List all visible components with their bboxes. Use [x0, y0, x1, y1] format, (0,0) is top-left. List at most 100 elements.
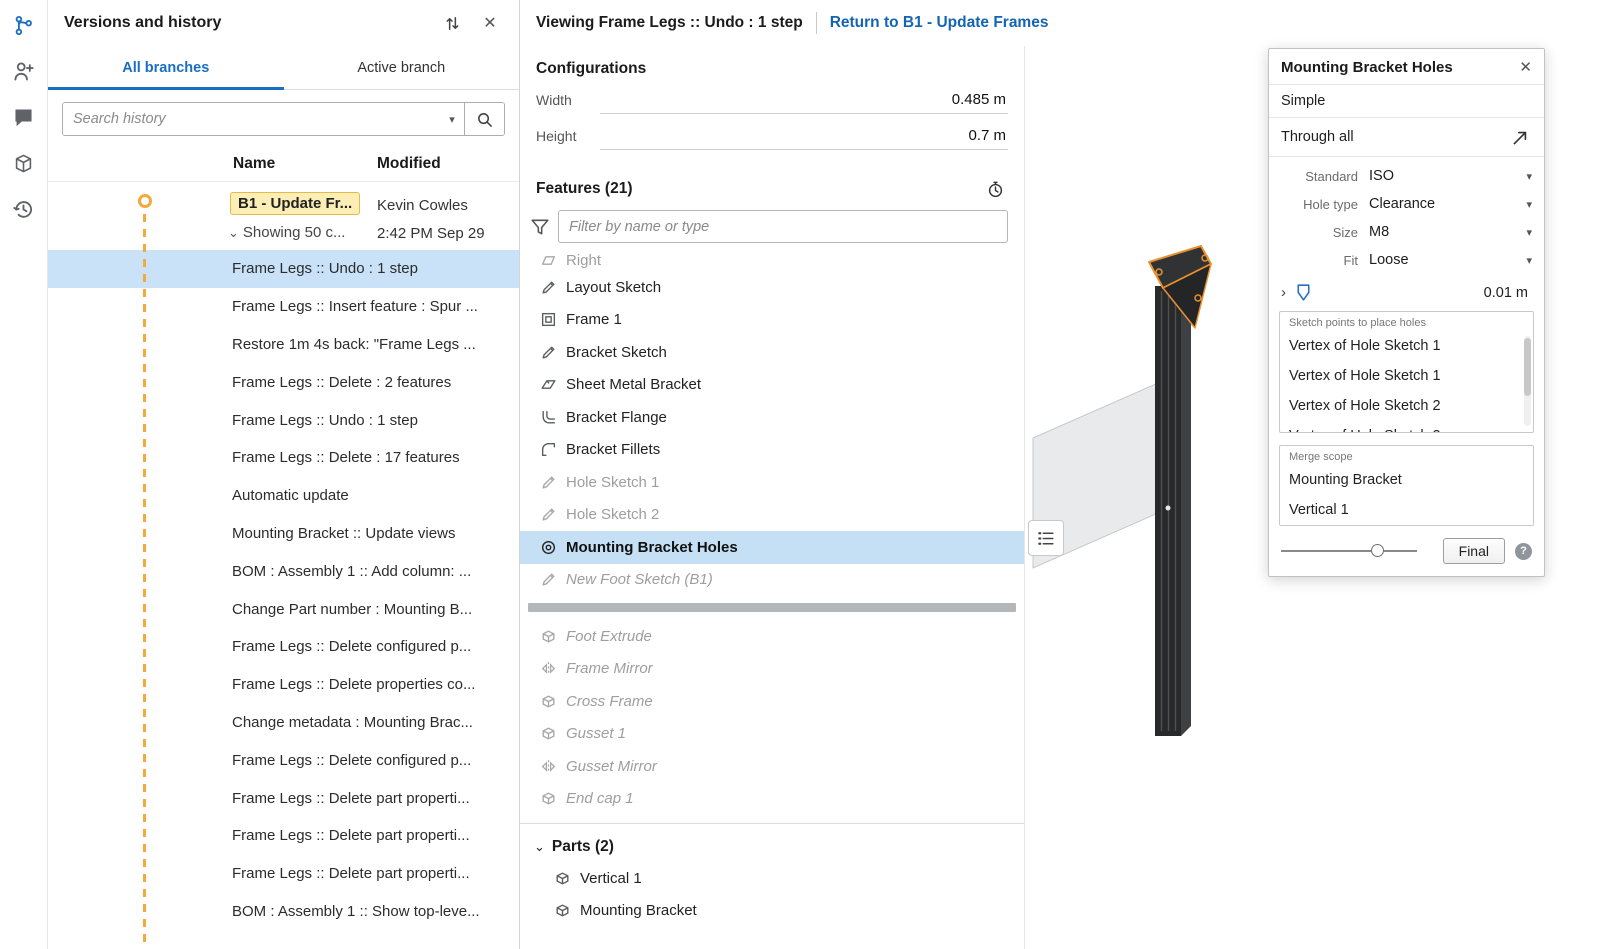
history-row[interactable]: Frame Legs :: Delete part properti...	[48, 855, 519, 893]
flip-direction-icon[interactable]	[1510, 126, 1532, 148]
sketch-point-item[interactable]: Vertex of Hole Sketch 1	[1289, 361, 1524, 391]
history-row[interactable]: Change metadata : Mounting Brac...	[48, 704, 519, 742]
history-row[interactable]: Frame Legs :: Undo : 1 step	[48, 250, 519, 288]
feature-item[interactable]: Cross Frame	[520, 685, 1024, 718]
caret-down-icon: ▾	[1526, 198, 1532, 211]
feature-item[interactable]: Gusset 1	[520, 718, 1024, 751]
feature-item[interactable]: End cap 1	[520, 783, 1024, 816]
sidebar-versions-icon[interactable]	[9, 10, 39, 40]
sketch-point-item[interactable]: Vertex of Hole Sketch 2	[1289, 391, 1524, 421]
history-row[interactable]: BOM : Assembly 1 :: Add column: ...	[48, 552, 519, 590]
sidebar-history-icon[interactable]	[9, 194, 39, 224]
history-row[interactable]: Frame Legs :: Undo : 1 step	[48, 401, 519, 439]
sketch-point-item[interactable]: Vertex of Hole Sketch 2	[1289, 421, 1524, 433]
tab-active-branch[interactable]: Active branch	[284, 46, 520, 89]
close-icon[interactable]: ✕	[1519, 58, 1532, 76]
depth-value-field[interactable]: 0.01 m	[1321, 285, 1532, 301]
feature-label: Layout Sketch	[566, 279, 661, 296]
scrollbar[interactable]	[1524, 336, 1531, 426]
search-dropdown-caret-icon[interactable]: ▾	[440, 103, 464, 135]
feature-item[interactable]: Gusset Mirror	[520, 750, 1024, 783]
slider-track[interactable]	[1281, 550, 1417, 552]
help-icon[interactable]: ?	[1515, 543, 1532, 560]
preview-slider[interactable]	[1281, 544, 1417, 558]
vertical-extrusion-column	[1155, 280, 1191, 736]
part-item[interactable]: Vertical 1	[520, 862, 1024, 894]
history-row[interactable]: Frame Legs :: Insert feature : Spur ...	[48, 288, 519, 326]
hole-param-dropdown[interactable]: FitLoose▾	[1269, 246, 1544, 274]
sidebar-help-cube-icon[interactable]	[9, 148, 39, 178]
chevron-right-icon[interactable]: ›	[1281, 284, 1286, 301]
param-value: Clearance	[1369, 196, 1526, 212]
search-icon[interactable]	[464, 103, 504, 135]
parts-header[interactable]: ⌄Parts (2)	[520, 832, 1024, 862]
slider-thumb[interactable]	[1371, 544, 1384, 557]
feature-item[interactable]: Layout Sketch	[520, 271, 1024, 304]
feature-item[interactable]: Hole Sketch 1	[520, 466, 1024, 499]
feature-item[interactable]: Bracket Flange	[520, 401, 1024, 434]
final-button[interactable]: Final	[1443, 538, 1505, 564]
history-row[interactable]: Change Part number : Mounting B...	[48, 590, 519, 628]
feature-item[interactable]: Foot Extrude	[520, 620, 1024, 653]
timeline-version-node-icon[interactable]	[138, 194, 152, 208]
merge-scope-item[interactable]: Vertical 1	[1289, 495, 1524, 525]
history-row[interactable]: Frame Legs :: Delete part properti...	[48, 779, 519, 817]
config-value-field[interactable]: 0.485 m	[600, 91, 1008, 114]
feature-item[interactable]: Bracket Sketch	[520, 336, 1024, 369]
history-row[interactable]: Frame Legs :: Delete configured p...	[48, 741, 519, 779]
header-divider	[816, 12, 817, 34]
feature-label: End cap 1	[566, 790, 634, 807]
feature-item[interactable]: New Foot Sketch (B1)	[520, 564, 1024, 597]
sketch-icon	[540, 474, 557, 491]
part-item[interactable]: Mounting Bracket	[520, 894, 1024, 926]
hole-style-dropdown[interactable]: Simple	[1269, 84, 1544, 117]
tab-all-branches[interactable]: All branches	[48, 46, 284, 89]
hole-param-dropdown[interactable]: StandardISO▾	[1269, 162, 1544, 190]
hole-param-dropdown[interactable]: SizeM8▾	[1269, 218, 1544, 246]
extrude-icon	[540, 628, 557, 645]
showing-expander[interactable]: ⌄Showing 50 c...	[228, 224, 345, 241]
feature-history-stopwatch-icon[interactable]	[982, 176, 1008, 202]
config-value-field[interactable]: 0.7 m	[600, 127, 1008, 150]
compare-versions-icon[interactable]	[439, 10, 465, 36]
feature-label: Foot Extrude	[566, 628, 652, 645]
feature-item[interactable]: Mounting Bracket Holes	[520, 531, 1024, 564]
feature-item[interactable]: Bracket Fillets	[520, 434, 1024, 467]
sidebar-share-user-icon[interactable]	[9, 56, 39, 86]
versions-history-panel: Versions and history ✕ All branches Acti…	[48, 0, 520, 949]
feature-item[interactable]: Right	[520, 247, 1024, 271]
parts-section: ⌄Parts (2) Vertical 1 Mounting Bracket	[520, 823, 1024, 926]
caret-down-icon: ▾	[1526, 226, 1532, 239]
part-label: Vertical 1	[580, 870, 642, 887]
history-row[interactable]: Frame Legs :: Delete part properti...	[48, 817, 519, 855]
rollback-bar[interactable]	[528, 603, 1016, 612]
sidebar-comment-icon[interactable]	[9, 102, 39, 132]
history-row[interactable]: BOM : Assembly 1 :: Show top-leve...	[48, 893, 519, 931]
feature-item[interactable]: Hole Sketch 2	[520, 499, 1024, 532]
history-row[interactable]: Restore 1m 4s back: "Frame Legs ...	[48, 326, 519, 364]
history-row[interactable]: Frame Legs :: Delete : 2 features	[48, 363, 519, 401]
feature-list-toggle-button[interactable]	[1028, 520, 1064, 556]
history-row[interactable]: Frame Legs :: Delete : 17 features	[48, 439, 519, 477]
sketch-point-item[interactable]: Vertex of Hole Sketch 1	[1289, 331, 1524, 361]
history-row[interactable]: Mounting Bracket :: Update views	[48, 515, 519, 553]
feature-filter-input[interactable]	[558, 210, 1008, 243]
sketch-points-box[interactable]: Sketch points to place holes Vertex of H…	[1279, 311, 1534, 433]
return-to-version-link[interactable]: Return to B1 - Update Frames	[830, 14, 1049, 32]
feature-item[interactable]: Frame 1	[520, 304, 1024, 337]
end-condition-dropdown[interactable]: Through all	[1269, 117, 1544, 156]
chevron-down-icon: ⌄	[228, 225, 239, 241]
search-history-input[interactable]	[63, 103, 440, 135]
history-row[interactable]: Frame Legs :: Delete properties co...	[48, 666, 519, 704]
hole-param-dropdown[interactable]: Hole typeClearance▾	[1269, 190, 1544, 218]
merge-scope-item[interactable]: Mounting Bracket	[1289, 465, 1524, 495]
current-version-chip[interactable]: B1 - Update Fr...	[230, 192, 360, 215]
merge-scope-box[interactable]: Merge scope Mounting BracketVertical 1	[1279, 445, 1534, 526]
history-row[interactable]: Frame Legs :: Delete configured p...	[48, 628, 519, 666]
feature-item[interactable]: Frame Mirror	[520, 653, 1024, 686]
merge-scope-label: Merge scope	[1289, 451, 1524, 463]
history-row[interactable]: Automatic update	[48, 477, 519, 515]
param-label: Hole type	[1269, 197, 1369, 212]
close-icon[interactable]: ✕	[477, 10, 503, 36]
feature-item[interactable]: Sheet Metal Bracket	[520, 369, 1024, 402]
